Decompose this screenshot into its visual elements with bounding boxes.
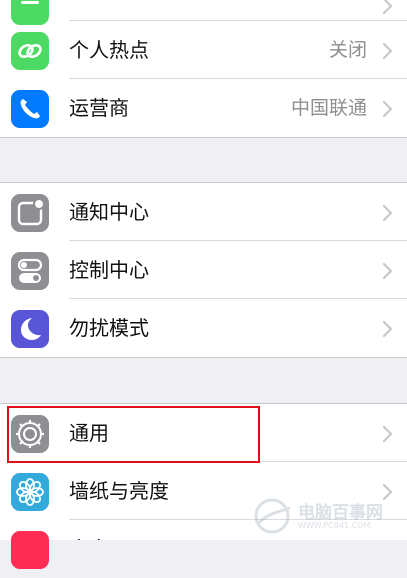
sounds-label: 声音: [69, 537, 109, 561]
chevron-right-icon: [382, 320, 394, 338]
hotspot-value: 关闭: [328, 39, 367, 61]
moon-icon: [11, 310, 49, 348]
control-center-label: 控制中心: [69, 258, 149, 282]
flower-icon: [11, 473, 49, 511]
watermark-url: WWW.PC841.COM: [298, 521, 371, 530]
hotspot-label: 个人热点: [69, 38, 149, 62]
notification-center-icon: [11, 194, 49, 232]
wallpaper-brightness-label: 墙纸与亮度: [69, 479, 169, 503]
do-not-disturb-label: 勿扰模式: [69, 316, 149, 340]
watermark: 电脑百事网 WWW.PC841.COM: [250, 494, 405, 538]
chevron-right-icon: [382, 100, 394, 118]
chevron-right-icon: [382, 42, 394, 60]
settings-row-notification-center[interactable]: 通知中心: [0, 183, 407, 241]
chevron-right-icon: [382, 204, 394, 222]
carrier-value: 中国联通: [290, 97, 367, 119]
chevron-right-icon: [382, 262, 394, 280]
control-center-icon: [11, 252, 49, 290]
group-bottom-border: [0, 137, 407, 138]
settings-row-control-center[interactable]: 控制中心: [0, 241, 407, 299]
phone-icon: [11, 90, 49, 128]
settings-row-carrier[interactable]: 运营商 中国联通: [0, 79, 407, 137]
hotspot-icon: [11, 32, 49, 70]
chevron-right-icon: [382, 0, 394, 15]
highlight-box: [7, 406, 260, 463]
settings-row-personal-hotspot[interactable]: 个人热点 关闭: [0, 21, 407, 79]
watermark-text: 电脑百事网: [298, 503, 383, 523]
settings-row-do-not-disturb[interactable]: 勿扰模式: [0, 299, 407, 357]
watermark-logo-icon: [254, 498, 291, 534]
settings-group-system: 通知中心 控制中心 勿扰模式: [0, 183, 407, 357]
speaker-icon: [11, 531, 49, 569]
notification-center-label: 通知中心: [69, 200, 149, 224]
group-bottom-border: [0, 357, 407, 358]
chevron-right-icon: [382, 425, 394, 443]
settings-group-network: 个人热点 关闭 运营商 中国联通: [0, 0, 407, 137]
carrier-label: 运营商: [69, 96, 129, 120]
